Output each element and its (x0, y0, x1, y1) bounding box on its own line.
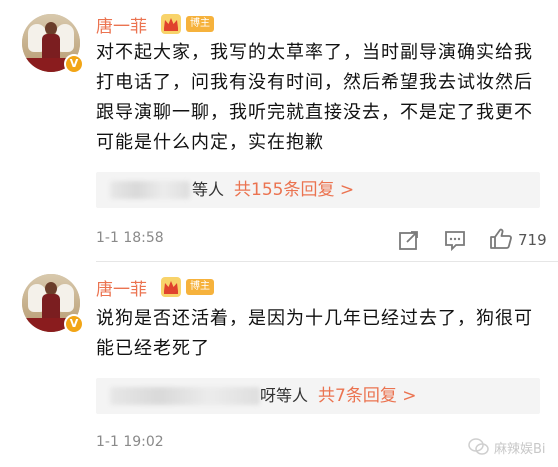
timestamp: 1-1 19:02 (96, 434, 164, 450)
comment-item: V 唐一菲 博主 说狗是否还活着，是因为十几年已经过去了，狗很可能已经老死了 呀… (0, 262, 558, 467)
username[interactable]: 唐一菲 (96, 12, 147, 37)
author-badge: 博主 (186, 279, 214, 295)
reply-summary[interactable]: 等人 共155条回复 > (96, 172, 540, 208)
view-replies-link[interactable]: 共155条回复 > (234, 172, 354, 208)
username[interactable]: 唐一菲 (96, 275, 147, 300)
comment-text: 对不起大家，我写的太草率了，当时副导演确实给我打电话了，问我有没有时间，然后希望… (96, 42, 533, 153)
watermark-text: 麻辣娱Bi (494, 441, 546, 457)
like-count: 719 (518, 231, 547, 249)
watermark: 麻辣娱Bi (468, 436, 546, 458)
comment-item: V 唐一菲 博主 对不起大家，我写的太草率了，当时副导演确实给我打电话了，问我有… (0, 0, 558, 262)
thumbs-up-icon[interactable] (489, 227, 513, 251)
comment-text: 说狗是否还活着，是因为十几年已经过去了，狗很可能已经老死了 (96, 308, 533, 359)
share-icon[interactable] (398, 228, 420, 252)
reply-suffix: 呀等人 (260, 386, 309, 405)
blurred-usernames (110, 387, 260, 405)
reply-suffix: 等人 (192, 180, 225, 199)
view-replies-link[interactable]: 共7条回复 > (318, 378, 416, 414)
timestamp: 1-1 18:58 (96, 230, 164, 246)
verified-v-icon: V (64, 314, 84, 334)
blurred-usernames (110, 181, 190, 199)
reply-summary[interactable]: 呀等人 共7条回复 > (96, 378, 540, 414)
crown-icon (161, 14, 181, 34)
crown-icon (161, 277, 181, 297)
verified-v-icon: V (64, 54, 84, 74)
wechat-logo-icon (468, 438, 489, 455)
comment-icon[interactable] (444, 228, 466, 252)
author-badge: 博主 (186, 16, 214, 32)
